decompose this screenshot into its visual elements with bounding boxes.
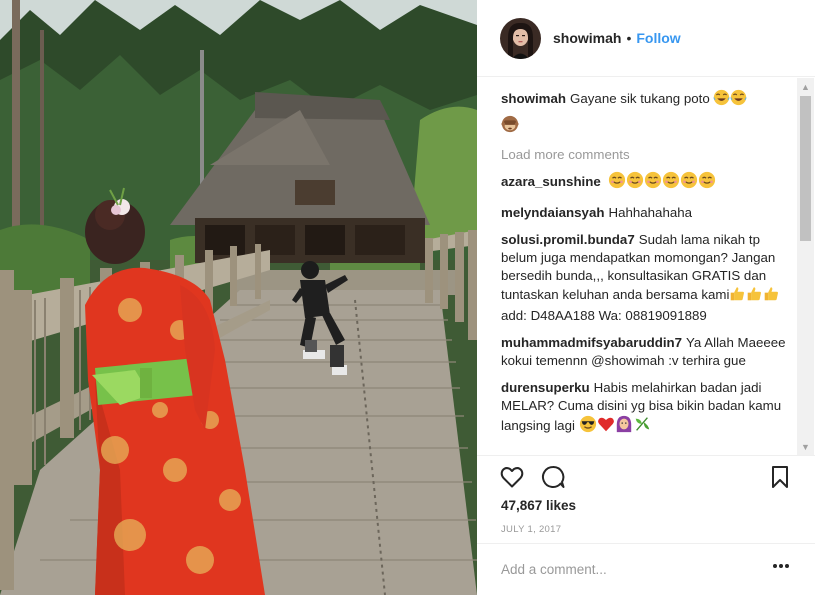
action-buttons-row [499,464,795,492]
caption: showimah Gayane sik tukang poto [501,89,791,138]
more-options-icon[interactable] [773,564,789,568]
post-date: JULY 1, 2017 [501,524,562,535]
caption-text: Gayane sik tukang poto [570,91,710,106]
comment-icon[interactable] [540,464,568,492]
thumbs-up-icon [729,285,746,307]
add-comment-bar [477,543,815,595]
see-no-evil-monkey-icon [501,115,519,138]
caption-username[interactable]: showimah [501,91,566,106]
smiling-face-icon [662,171,680,195]
smiling-face-icon [698,171,716,195]
heart-icon[interactable] [499,464,527,492]
post-photo [0,0,477,595]
list-item: durensuperku Habis melahirkan badan jadi … [501,379,791,438]
comment-username[interactable]: muhammadmifsyabaruddin7 [501,335,682,350]
woman-with-headscarf-icon [615,415,633,438]
list-item: melyndaiansyah Hahhahahaha [501,204,791,222]
add-comment-input[interactable] [501,562,731,577]
follow-button[interactable]: Follow [636,30,680,46]
smiling-face-icon [608,171,626,195]
scroll-up-icon[interactable]: ▲ [797,78,814,95]
comment-username[interactable]: azara_sunshine [501,174,601,189]
likes-count[interactable]: 47,867 likes [501,498,576,513]
post-actions: 47,867 likes JULY 1, 2017 [477,455,815,577]
thumbs-up-icon [763,285,780,307]
post-header-text: showimah • Follow [553,30,681,46]
comment-username[interactable]: durensuperku [501,380,590,395]
face-with-tears-of-joy-icon [730,89,747,111]
separator-dot: • [626,30,632,46]
smiling-face-icon [626,171,644,195]
list-item: muhammadmifsyabaruddin7 Ya Allah Maeeee k… [501,334,791,370]
bookmark-icon[interactable] [767,464,795,492]
smiling-face-icon [680,171,698,195]
list-item: solusi.promil.bunda7 Sudah lama nikah tp … [501,231,791,325]
herb-icon [633,415,651,438]
avatar[interactable] [500,17,541,59]
scrollbar-thumb[interactable] [800,96,811,241]
comments-scrollbar[interactable]: ▲ ▼ [797,78,814,455]
comment-username[interactable]: melyndaiansyah [501,205,604,220]
thumbs-up-icon [746,285,763,307]
smiling-face-icon [644,171,662,195]
comment-username[interactable]: solusi.promil.bunda7 [501,232,635,247]
post-header: showimah • Follow [477,0,815,77]
scroll-down-icon[interactable]: ▼ [797,438,814,455]
smiling-face-with-sunglasses-icon [579,415,597,438]
comment-text-after: add: D48AA188 Wa: 08819091889 [501,308,707,323]
red-heart-icon [597,415,615,438]
post-username[interactable]: showimah [553,30,621,46]
load-more-comments-link[interactable]: Load more comments [501,147,791,162]
face-with-tears-of-joy-icon [713,89,730,111]
list-item: azara_sunshine [501,171,791,195]
comments-list[interactable]: showimah Gayane sik tukang poto Load more… [477,78,797,455]
comment-text: Hahhahahaha [608,205,693,220]
post-side-panel: showimah • Follow showimah Gayane sik tuk… [477,0,815,595]
